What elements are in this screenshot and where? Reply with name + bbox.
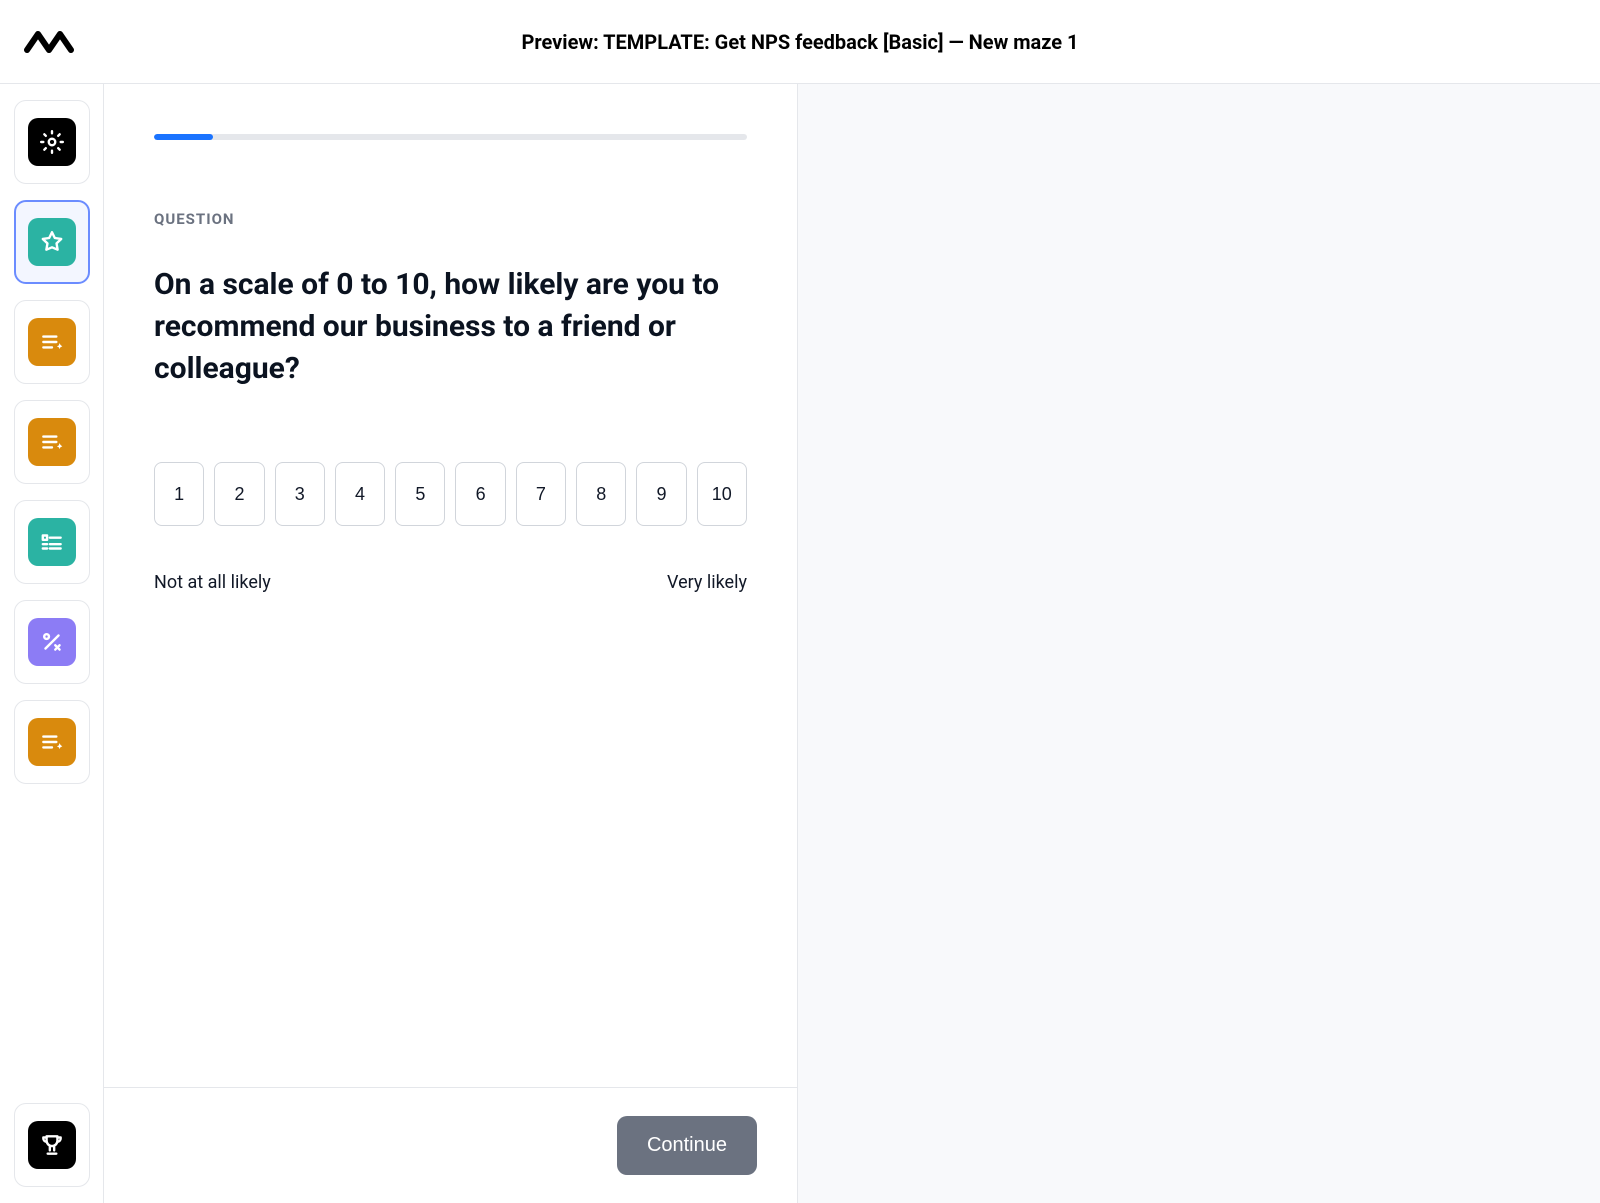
trophy-icon <box>28 1121 76 1169</box>
nps-scale: 12345678910 <box>154 462 747 526</box>
sidebar-item-trophy[interactable] <box>14 1103 90 1187</box>
nps-option-9[interactable]: 9 <box>636 462 686 526</box>
gear-icon <box>28 118 76 166</box>
app-header: Preview: TEMPLATE: Get NPS feedback [Bas… <box>0 0 1600 84</box>
lines-sparkle-icon <box>28 718 76 766</box>
header-title: Preview: TEMPLATE: Get NPS feedback [Bas… <box>80 30 1520 54</box>
scale-high-label: Very likely <box>667 572 747 593</box>
content: QUESTION On a scale of 0 to 10, how like… <box>104 84 1600 1203</box>
nps-option-1[interactable]: 1 <box>154 462 204 526</box>
sidebar-item-star-question[interactable] <box>14 200 90 284</box>
nps-option-7[interactable]: 7 <box>516 462 566 526</box>
question-panel: QUESTION On a scale of 0 to 10, how like… <box>104 84 798 1203</box>
maze-logo-icon <box>24 28 80 56</box>
star-icon <box>28 218 76 266</box>
continue-button[interactable]: Continue <box>617 1116 757 1175</box>
sidebar-item-list[interactable] <box>14 500 90 584</box>
sidebar-item-percent[interactable] <box>14 600 90 684</box>
progress-bar <box>154 134 747 140</box>
lines-sparkle-icon <box>28 418 76 466</box>
nps-option-3[interactable]: 3 <box>275 462 325 526</box>
sidebar-item-followup-1[interactable] <box>14 300 90 384</box>
nps-option-10[interactable]: 10 <box>697 462 747 526</box>
sidebar-item-setup[interactable] <box>14 100 90 184</box>
main-layout: QUESTION On a scale of 0 to 10, how like… <box>0 84 1600 1203</box>
logo <box>24 28 80 56</box>
progress-fill <box>154 134 213 140</box>
question-text: On a scale of 0 to 10, how likely are yo… <box>154 264 747 390</box>
nps-option-4[interactable]: 4 <box>335 462 385 526</box>
sidebar-item-followup-3[interactable] <box>14 700 90 784</box>
nps-option-6[interactable]: 6 <box>455 462 505 526</box>
lines-sparkle-icon <box>28 318 76 366</box>
scale-low-label: Not at all likely <box>154 572 271 593</box>
scale-labels: Not at all likely Very likely <box>154 572 747 593</box>
nps-option-5[interactable]: 5 <box>395 462 445 526</box>
right-empty-pane <box>798 84 1600 1203</box>
panel-footer: Continue <box>104 1087 797 1203</box>
question-label: QUESTION <box>154 210 747 228</box>
sidebar <box>0 84 104 1203</box>
nps-option-2[interactable]: 2 <box>214 462 264 526</box>
panel-body: QUESTION On a scale of 0 to 10, how like… <box>104 84 797 1087</box>
percent-icon <box>28 618 76 666</box>
sidebar-item-followup-2[interactable] <box>14 400 90 484</box>
nps-option-8[interactable]: 8 <box>576 462 626 526</box>
list-icon <box>28 518 76 566</box>
